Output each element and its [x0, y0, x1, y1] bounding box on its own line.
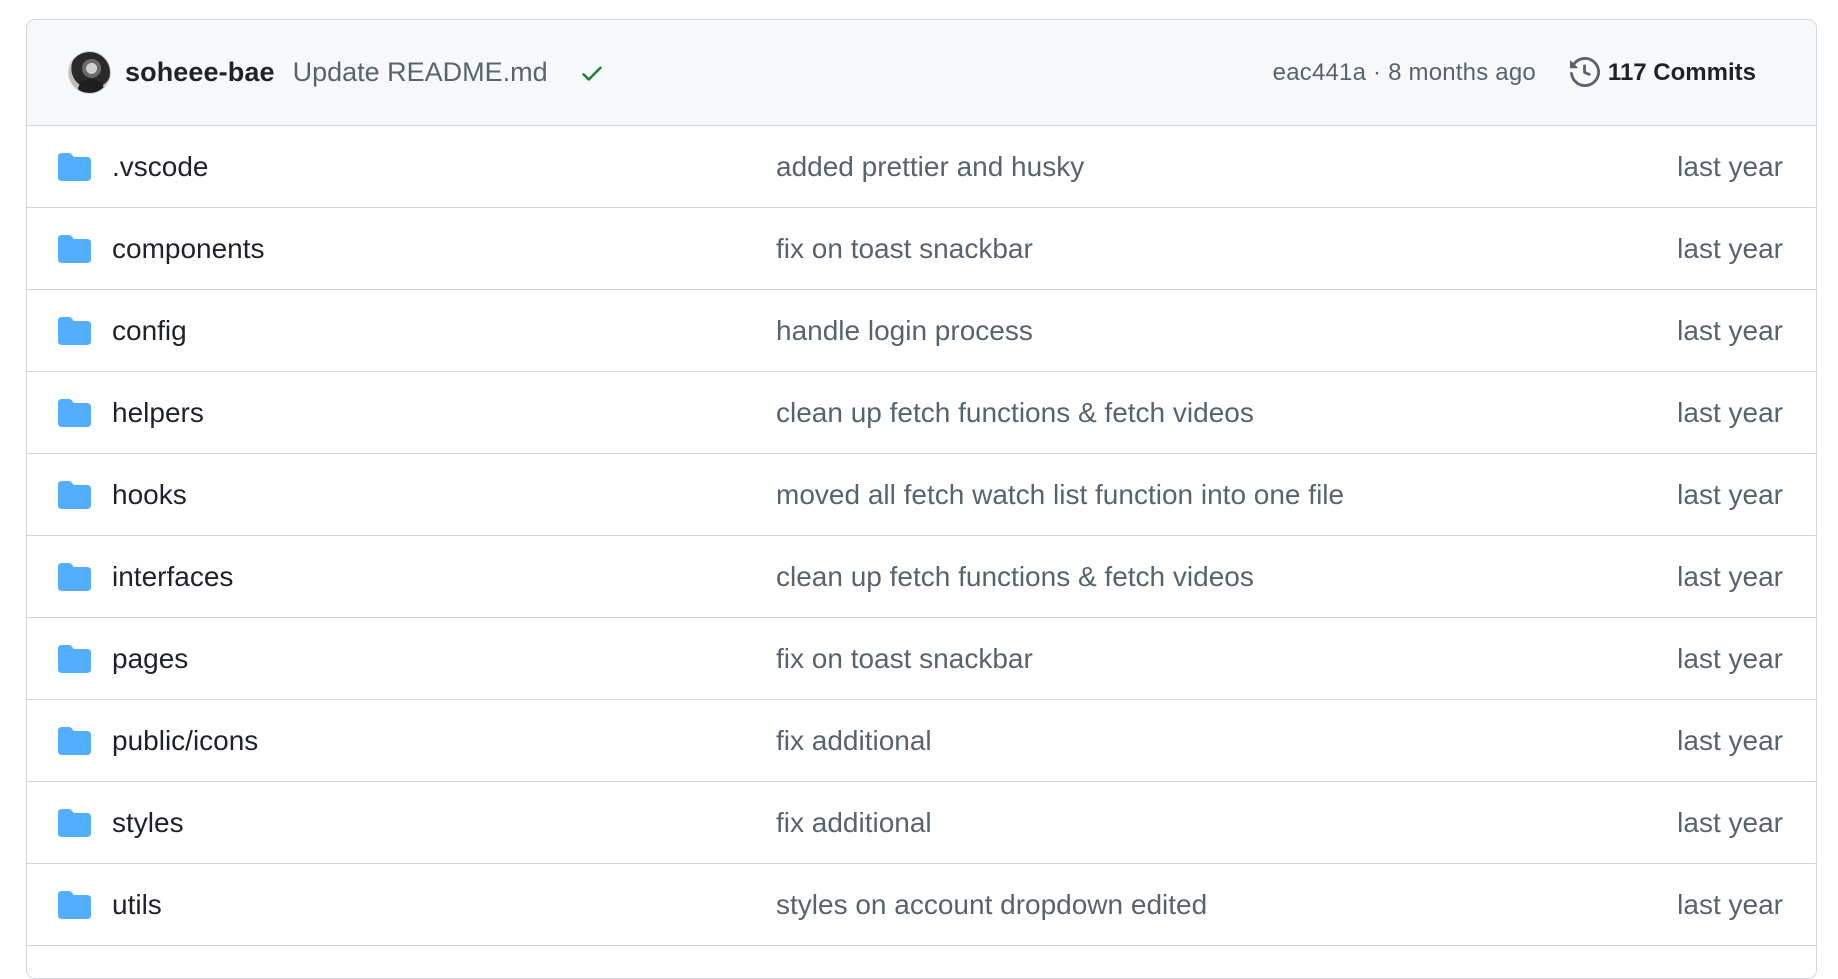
file-commit-age: last year: [1677, 806, 1783, 838]
folder-icon: [58, 152, 91, 181]
file-commit-message-link[interactable]: clean up fetch functions & fetch videos: [776, 397, 1254, 429]
folder-icon: [58, 480, 91, 509]
file-commit-message-link[interactable]: fix on toast snackbar: [776, 233, 1033, 265]
file-commit-age: last year: [1677, 642, 1783, 674]
file-name-link[interactable]: components: [112, 233, 265, 265]
file-browser: soheee-bae Update README.md eac441a · 8 …: [26, 19, 1817, 979]
folder-icon: [58, 398, 91, 427]
commits-count-label: 117 Commits: [1607, 58, 1756, 86]
file-commit-age: last year: [1677, 150, 1783, 182]
commit-message-link[interactable]: Update README.md: [293, 57, 548, 88]
table-row[interactable]: interfaces clean up fetch functions & fe…: [27, 536, 1816, 618]
file-commit-message-link[interactable]: handle login process: [776, 315, 1033, 347]
folder-icon: [58, 890, 91, 919]
file-commit-message-link[interactable]: fix on toast snackbar: [776, 643, 1033, 675]
commit-author-link[interactable]: soheee-bae: [125, 57, 275, 88]
file-name-link[interactable]: config: [112, 315, 187, 347]
file-name-link[interactable]: interfaces: [112, 561, 233, 593]
file-list: .vscode added prettier and husky last ye…: [27, 126, 1816, 946]
file-commit-age: last year: [1677, 560, 1783, 592]
folder-icon: [58, 644, 91, 673]
file-name-link[interactable]: pages: [112, 643, 188, 675]
folder-icon: [58, 234, 91, 263]
file-commit-age: last year: [1677, 314, 1783, 346]
table-row[interactable]: helpers clean up fetch functions & fetch…: [27, 372, 1816, 454]
file-commit-message-link[interactable]: added prettier and husky: [776, 151, 1084, 183]
folder-icon: [58, 808, 91, 837]
commits-history-button[interactable]: 117 Commits: [1569, 56, 1756, 89]
table-row[interactable]: .vscode added prettier and husky last ye…: [27, 126, 1816, 208]
file-commit-age: last year: [1677, 396, 1783, 428]
table-row[interactable]: hooks moved all fetch watch list functio…: [27, 454, 1816, 536]
folder-icon: [58, 562, 91, 591]
file-name-link[interactable]: utils: [112, 889, 162, 921]
table-row[interactable]: pages fix on toast snackbar last year: [27, 618, 1816, 700]
author-avatar[interactable]: [68, 51, 111, 94]
file-commit-age: last year: [1677, 724, 1783, 756]
file-commit-age: last year: [1677, 232, 1783, 264]
file-commit-message-link[interactable]: moved all fetch watch list function into…: [776, 479, 1344, 511]
latest-commit-bar: soheee-bae Update README.md eac441a · 8 …: [27, 20, 1816, 126]
commit-sha-time[interactable]: eac441a · 8 months ago: [1273, 59, 1536, 87]
folder-icon: [58, 726, 91, 755]
file-commit-message-link[interactable]: styles on account dropdown edited: [776, 889, 1207, 921]
file-commit-message-link[interactable]: fix additional: [776, 725, 932, 757]
folder-icon: [58, 316, 91, 345]
table-row[interactable]: components fix on toast snackbar last ye…: [27, 208, 1816, 290]
file-commit-message-link[interactable]: fix additional: [776, 807, 932, 839]
file-name-link[interactable]: public/icons: [112, 725, 258, 757]
table-row[interactable]: styles fix additional last year: [27, 782, 1816, 864]
file-name-link[interactable]: .vscode: [112, 151, 209, 183]
file-commit-age: last year: [1677, 478, 1783, 510]
file-name-link[interactable]: styles: [112, 807, 184, 839]
table-row[interactable]: utils styles on account dropdown edited …: [27, 864, 1816, 946]
history-icon: [1569, 56, 1602, 89]
file-commit-message-link[interactable]: clean up fetch functions & fetch videos: [776, 561, 1254, 593]
file-commit-age: last year: [1677, 888, 1783, 920]
table-row[interactable]: public/icons fix additional last year: [27, 700, 1816, 782]
file-name-link[interactable]: hooks: [112, 479, 187, 511]
table-row[interactable]: config handle login process last year: [27, 290, 1816, 372]
file-name-link[interactable]: helpers: [112, 397, 204, 429]
check-icon[interactable]: [578, 59, 606, 87]
